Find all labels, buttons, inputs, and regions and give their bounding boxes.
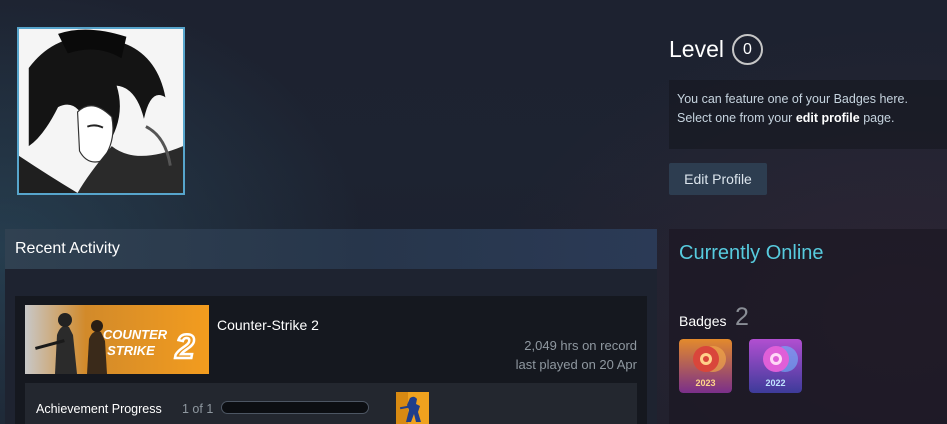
achievement-progress-bar [221, 401, 369, 414]
badge-2022-year: 2022 [765, 378, 785, 388]
status-panel: Currently Online Badges 2 2023 2022 [669, 229, 947, 424]
recent-activity-title: Recent Activity [15, 240, 120, 257]
level-display: Level 0 [669, 34, 763, 65]
featured-badge-tip: You can feature one of your Badges here.… [669, 80, 947, 149]
steam-badge-2023-icon[interactable]: 2023 [679, 339, 732, 393]
level-badge[interactable]: 0 [731, 34, 763, 65]
game-last-played: last played on 20 Apr [515, 357, 637, 372]
recent-activity-header: Recent Activity [5, 229, 657, 269]
badges-count[interactable]: 2 [735, 303, 749, 332]
profile-avatar[interactable] [17, 27, 185, 195]
badges-link[interactable]: Badges [679, 313, 726, 329]
capsule-number: 2 [175, 328, 195, 366]
badge-tip-suffix: page. [859, 111, 895, 125]
edit-profile-link[interactable]: edit profile [796, 111, 860, 125]
achievement-count: 1 of 1 [182, 402, 214, 416]
online-status: Currently Online [679, 242, 824, 264]
game-title[interactable]: Counter-Strike 2 [217, 317, 319, 333]
edit-profile-button[interactable]: Edit Profile [669, 163, 767, 195]
game-capsule-image[interactable]: COUNTER STRIKE 2 [25, 305, 209, 374]
capsule-title-line2: STRIKE [107, 343, 155, 358]
avatar-image [19, 29, 183, 193]
achievement-progress-label[interactable]: Achievement Progress [36, 402, 162, 416]
achievement-icon[interactable] [396, 392, 429, 424]
level-label: Level [669, 36, 724, 62]
capsule-title-line1: COUNTER [103, 327, 168, 342]
game-hours-on-record: 2,049 hrs on record [524, 338, 637, 353]
steam-badge-2022-icon[interactable]: 2022 [749, 339, 802, 393]
badge-2023-year: 2023 [695, 378, 715, 388]
